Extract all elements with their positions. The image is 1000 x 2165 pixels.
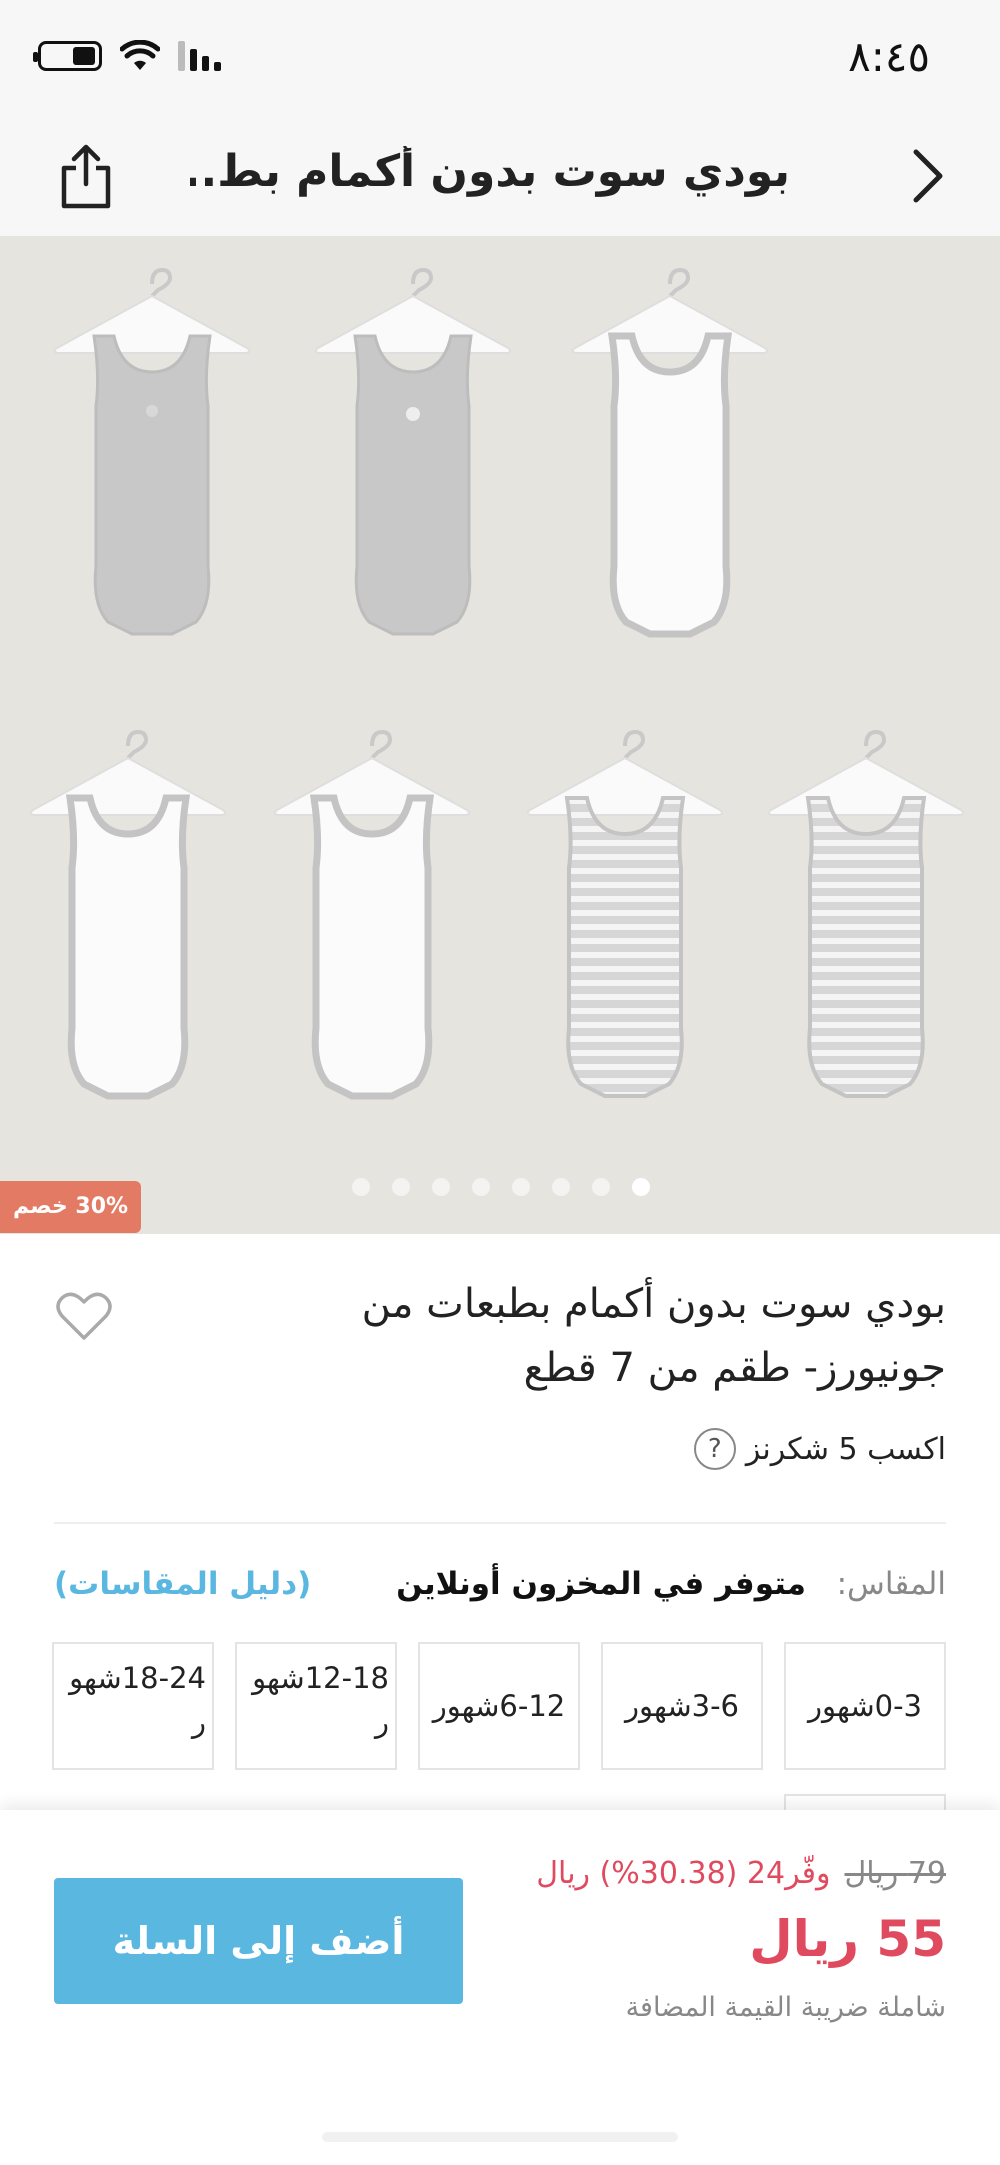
- help-icon[interactable]: ?: [693, 1428, 736, 1470]
- signal-icon: [178, 41, 221, 71]
- pagination-dot[interactable]: [432, 1178, 450, 1196]
- size-label: المقاس:: [836, 1566, 946, 1602]
- savings-text: وفّر24 (30.38%) ريال: [536, 1856, 831, 1891]
- home-indicator[interactable]: [322, 2132, 678, 2142]
- bottom-bar: أضف إلى السلة 79 ريال وفّر24 (30.38%) ري…: [0, 1810, 1000, 2165]
- status-time: ٨:٤٥: [848, 32, 930, 81]
- status-icons: [33, 40, 222, 72]
- page-title: بودي سوت بدون أكمام بط...: [190, 146, 790, 197]
- wifi-icon: [120, 40, 160, 70]
- header: بودي سوت بدون أكمام بط...: [0, 118, 1000, 236]
- product-image-gallery[interactable]: [0, 236, 1000, 1234]
- vat-note: شاملة ضريبة القيمة المضافة: [625, 1992, 946, 2023]
- size-option[interactable]: 0-3شهور: [784, 1642, 946, 1770]
- old-price: 79 ريال: [844, 1856, 947, 1891]
- size-option[interactable]: 18-24شهو ر: [52, 1642, 214, 1770]
- size-option[interactable]: 12-18شهو ر: [235, 1642, 397, 1770]
- share-icon: [61, 144, 111, 209]
- pagination-dot[interactable]: [552, 1178, 570, 1196]
- back-arrow-icon: [913, 149, 943, 203]
- pagination-dot[interactable]: [592, 1178, 610, 1196]
- pagination-dot[interactable]: [512, 1178, 530, 1196]
- stock-status: متوفر في المخزون أونلاين: [396, 1566, 806, 1602]
- favorite-button[interactable]: [56, 1290, 112, 1342]
- product-title: بودي سوت بدون أكمام بطبعات من جونيورز- ط…: [361, 1281, 946, 1391]
- pagination-dot[interactable]: [472, 1178, 490, 1196]
- image-pagination[interactable]: [352, 1178, 650, 1196]
- size-option[interactable]: 6-12شهور: [418, 1642, 580, 1770]
- heart-icon: [56, 1292, 112, 1340]
- discount-badge: 30% خصم: [0, 1181, 141, 1233]
- current-price: 55 ريال: [749, 1910, 946, 1968]
- product-photo: [28, 268, 966, 1234]
- add-to-cart-button[interactable]: أضف إلى السلة: [54, 1878, 463, 2004]
- status-bar: ٨:٤٥: [0, 0, 1000, 118]
- size-guide-link[interactable]: (دليل المقاسات): [54, 1566, 311, 1602]
- price-comparison: 79 ريال وفّر24 (30.38%) ريال: [536, 1856, 946, 1891]
- pagination-dot[interactable]: [352, 1178, 370, 1196]
- size-header: المقاس: متوفر في المخزون أونلاين (دليل ا…: [54, 1566, 946, 1616]
- battery-icon: [33, 41, 102, 71]
- points-text: اكسب 5 شكرنز: [745, 1431, 946, 1467]
- pagination-dot[interactable]: [392, 1178, 410, 1196]
- pagination-dot-active[interactable]: [632, 1178, 650, 1196]
- points-info: اكسب 5 شكرنز ?: [693, 1428, 946, 1470]
- back-button[interactable]: [896, 146, 956, 206]
- divider: [54, 1522, 946, 1524]
- share-button[interactable]: [56, 144, 116, 210]
- size-options: 0-3شهور 3-6شهور 6-12شهور 12-18شهو ر 18-2…: [52, 1642, 946, 1854]
- size-option[interactable]: 3-6شهور: [601, 1642, 763, 1770]
